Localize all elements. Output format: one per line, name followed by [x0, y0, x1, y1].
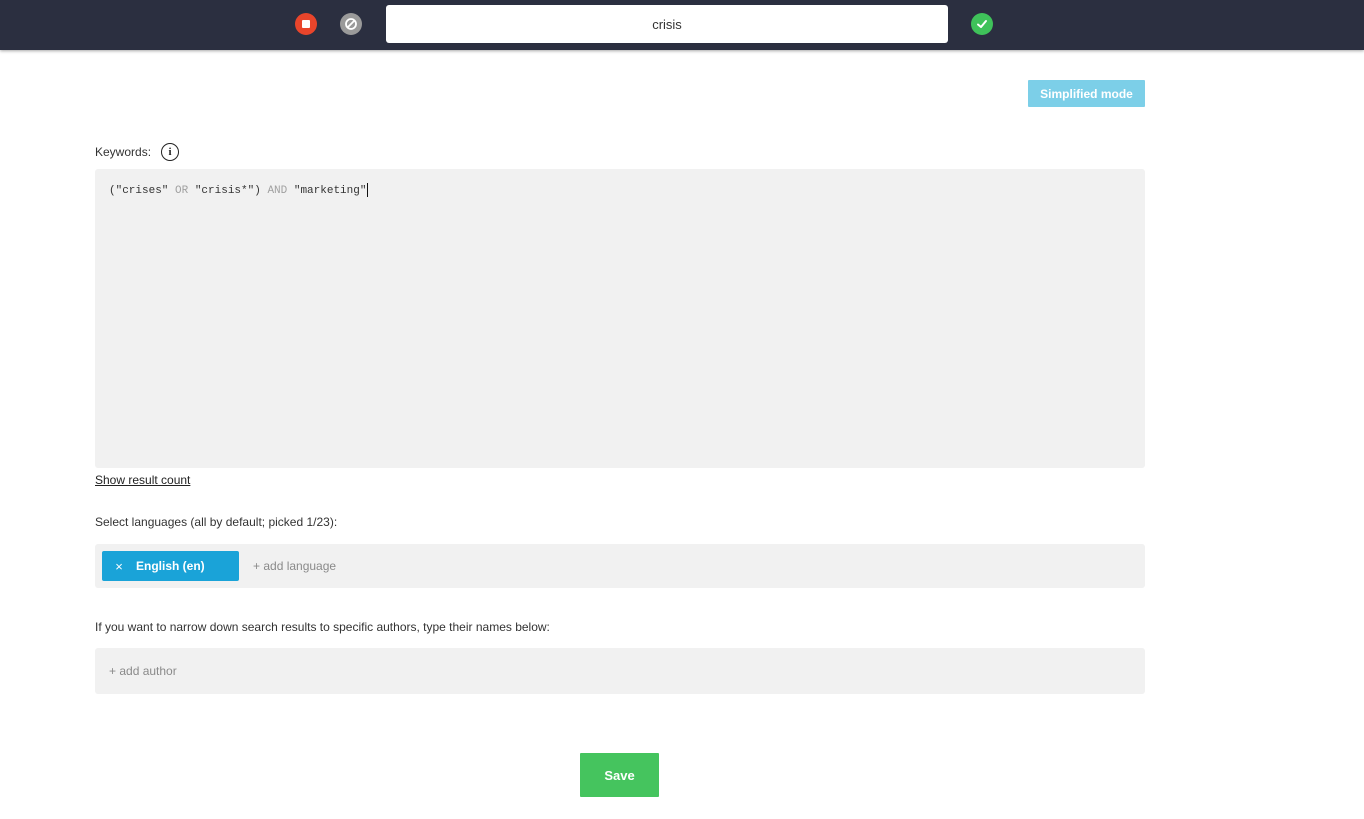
language-chip-label: English (en)	[136, 559, 205, 573]
authors-field[interactable]: + add author	[95, 648, 1145, 694]
stop-icon	[302, 20, 310, 28]
stop-project-button[interactable]	[295, 13, 317, 35]
save-button[interactable]: Save	[580, 753, 659, 797]
query-part: "marketing"	[287, 184, 367, 197]
language-chip-english: × English (en)	[102, 551, 239, 581]
query-part: ("crises"	[109, 184, 176, 197]
remove-language-icon[interactable]: ×	[102, 559, 136, 574]
query-operator: AND	[267, 184, 288, 197]
authors-label: If you want to narrow down search result…	[95, 620, 550, 634]
project-name-input[interactable]	[386, 5, 948, 43]
text-caret	[367, 183, 369, 197]
keywords-editor[interactable]: ("crises" OR "crisis*") AND "marketing"	[95, 169, 1145, 468]
checkmark-icon	[977, 20, 987, 28]
keywords-label-row: Keywords: i	[95, 143, 180, 161]
show-result-count-link[interactable]: Show result count	[95, 473, 190, 487]
confirm-name-button[interactable]	[971, 13, 993, 35]
simplified-mode-button[interactable]: Simplified mode	[1028, 80, 1145, 107]
query-operator: OR	[175, 184, 189, 197]
languages-field[interactable]: × English (en) + add language	[95, 544, 1145, 588]
disable-icon	[345, 18, 357, 30]
languages-label: Select languages (all by default; picked…	[95, 515, 338, 529]
query-part: "crisis*")	[188, 184, 268, 197]
top-bar	[0, 0, 1364, 50]
add-language-input[interactable]: + add language	[253, 559, 336, 573]
add-author-input[interactable]: + add author	[109, 664, 177, 678]
info-icon[interactable]: i	[161, 143, 180, 161]
disable-project-button[interactable]	[340, 13, 362, 35]
keywords-label: Keywords:	[95, 145, 152, 159]
